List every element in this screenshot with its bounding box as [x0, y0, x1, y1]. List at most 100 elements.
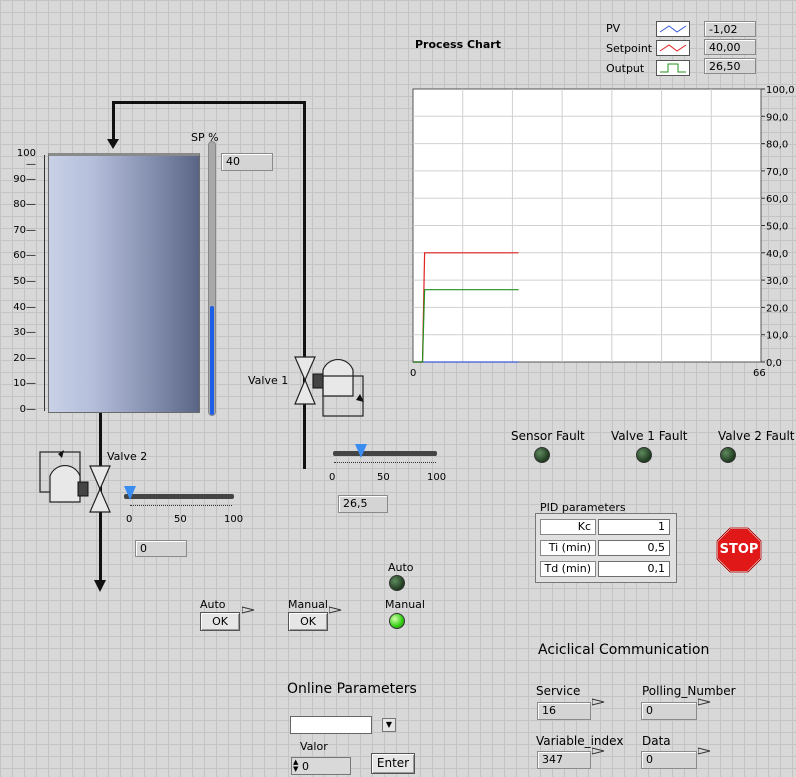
legend-output-swatch — [656, 60, 690, 76]
legend-setpoint-label: Setpoint — [606, 42, 653, 55]
sp-slider-fill — [210, 305, 214, 415]
stop-button[interactable]: STOP — [716, 527, 762, 573]
online-params-title: Online Parameters — [287, 681, 417, 697]
service-pointer-icon — [591, 696, 606, 709]
valve1-label: Valve 1 — [248, 374, 289, 387]
valve1-fault-label: Valve 1 Fault — [611, 429, 688, 443]
inlet-pipe-top — [112, 101, 305, 104]
valve2-slider-thumb[interactable] — [124, 486, 136, 500]
legend-setpoint-value: 40,00 — [704, 39, 756, 55]
valve2-fault-led — [720, 447, 736, 463]
inlet-pipe-down — [112, 101, 115, 141]
tank-scale-tick-label: 20— — [13, 352, 36, 364]
valve2-value: 0 — [135, 540, 187, 557]
stop-label: STOP — [719, 542, 759, 557]
acyclic-title: Aciclical Communication — [538, 642, 710, 658]
auto-ok-button[interactable]: OK — [200, 612, 240, 631]
pid-panel: Kc 1 Ti (min) 0,5 Td (min) 0,1 — [535, 513, 677, 583]
tank-scale-tick-label: 100— — [16, 148, 36, 170]
legend-pv-value: -1,02 — [704, 21, 756, 37]
chart-y-tick-label: 50,0 — [766, 222, 788, 233]
legend-output-label: Output — [606, 62, 645, 75]
valve2-slider-ticks — [130, 505, 232, 512]
inlet-arrow-icon — [107, 139, 119, 149]
valve2-icon — [39, 450, 111, 513]
sensor-fault-led — [534, 447, 550, 463]
online-param-select[interactable] — [290, 716, 372, 734]
sp-slider[interactable] — [208, 141, 216, 416]
chart-y-tick-label: 60,0 — [766, 194, 788, 205]
valve1-fault-led — [636, 447, 652, 463]
valor-stepper-icon[interactable]: ▲ ▼ — [293, 759, 298, 773]
polling-value: 0 — [641, 702, 697, 720]
valve1-tick-0: 0 — [329, 472, 336, 483]
chart-y-tick-label: 80,0 — [766, 140, 788, 151]
chart-title: Process Chart — [415, 38, 501, 51]
valve2-fault-label: Valve 2 Fault — [718, 429, 795, 443]
chart-y-tick-label: 30,0 — [766, 276, 788, 287]
valve2-tick-100: 100 — [224, 514, 244, 525]
chart-y-tick-label: 0,0 — [766, 358, 782, 369]
valve2-slider-track[interactable] — [124, 494, 234, 499]
manual-button-pointer-icon — [328, 604, 343, 617]
legend-pv-swatch — [656, 21, 690, 37]
outlet-arrow-icon — [94, 580, 106, 592]
valve1-tick-100: 100 — [427, 472, 447, 483]
valor-label: Valor — [300, 740, 328, 753]
tank-scale-axis — [44, 155, 45, 411]
manual-led-label: Manual — [385, 598, 425, 611]
tank-scale-tick-label: 70— — [13, 224, 36, 236]
sp-value: 40 — [221, 153, 273, 171]
sensor-fault-label: Sensor Fault — [511, 429, 585, 443]
chart-y-tick-label: 40,0 — [766, 249, 788, 260]
valve1-value: 26,5 — [338, 495, 388, 513]
process-chart: 100,0 90,0 80,0 70,0 60,0 50,0 40,0 30,0 20,0 10,… — [410, 85, 795, 379]
tank-scale-tick-label: 0— — [19, 404, 36, 415]
valor-field[interactable]: ▲ ▼ 0 — [291, 757, 351, 775]
chart-x-tick-label: 66 — [753, 368, 766, 379]
valve2-tick-50: 50 — [174, 514, 187, 525]
valve1-icon — [294, 356, 364, 417]
valve2-tick-0: 0 — [126, 514, 133, 525]
service-value: 16 — [537, 702, 591, 720]
pid-ti-label: Ti (min) — [540, 540, 596, 556]
tank-scale-tick-label: 60— — [13, 250, 36, 262]
valve1-slider-track[interactable] — [333, 451, 437, 456]
chart-x-tick-label: 0 — [410, 368, 416, 379]
pid-td-input[interactable]: 0,1 — [598, 561, 670, 577]
tank-scale-tick-label: 50— — [13, 276, 36, 287]
chart-y-tick-label: 90,0 — [766, 112, 788, 123]
tank-scale-tick-label: 90— — [13, 173, 36, 185]
valve1-slider-thumb[interactable] — [355, 444, 368, 458]
auto-button-pointer-icon — [241, 604, 256, 617]
pid-ti-input[interactable]: 0,5 — [598, 540, 670, 556]
service-label: Service — [536, 684, 581, 698]
pid-kc-input[interactable]: 1 — [598, 519, 670, 535]
data-pointer-icon — [697, 745, 712, 758]
polling-pointer-icon — [697, 696, 712, 709]
varidx-pointer-icon — [591, 745, 606, 758]
chart-y-tick-label: 20,0 — [766, 303, 788, 314]
auto-button-label: Auto — [200, 598, 226, 611]
auto-led-label: Auto — [388, 561, 414, 574]
manual-ok-button[interactable]: OK — [288, 612, 328, 631]
tank-scale-tick-label: 80— — [13, 199, 36, 211]
manual-button-label: Manual — [288, 598, 328, 611]
tank-scale-tick-label: 30— — [13, 327, 36, 339]
tank-scale-tick-label: 40— — [13, 301, 36, 313]
pid-kc-label: Kc — [540, 519, 596, 535]
data-value: 0 — [641, 751, 697, 769]
legend-output-value: 26,50 — [704, 58, 756, 74]
select-dropdown-icon[interactable]: ▼ — [382, 718, 396, 732]
pid-td-label: Td (min) — [540, 561, 596, 577]
enter-button[interactable]: Enter — [371, 753, 415, 774]
chart-y-tick-label: 70,0 — [766, 167, 788, 178]
legend-setpoint-swatch — [656, 40, 690, 56]
varidx-value: 347 — [537, 751, 591, 769]
tank — [48, 153, 200, 413]
chart-y-tick-label: 10,0 — [766, 331, 788, 342]
valve1-tick-50: 50 — [377, 472, 390, 483]
tank-scale-tick-label: 10— — [13, 378, 36, 390]
polling-label: Polling_Number — [642, 684, 736, 698]
valve1-slider-ticks — [334, 462, 436, 469]
